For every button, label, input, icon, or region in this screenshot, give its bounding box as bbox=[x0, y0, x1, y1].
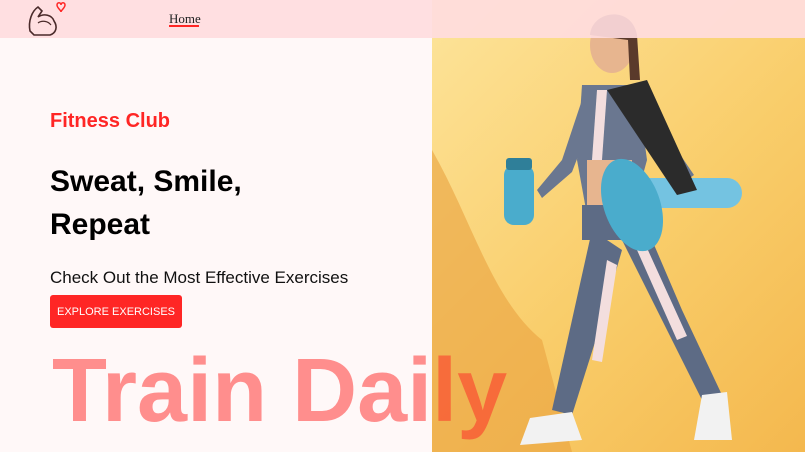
explore-exercises-button[interactable]: EXPLORE EXERCISES bbox=[50, 295, 182, 328]
headline-line-2: Repeat bbox=[50, 208, 151, 241]
hero-subtitle: Fitness Club bbox=[50, 110, 171, 132]
top-navbar: Home bbox=[0, 0, 805, 38]
nav-active-underline bbox=[169, 25, 199, 27]
headline-line-1: Sweat, Smile, bbox=[50, 165, 242, 198]
train-daily-watermark: Train Daily bbox=[52, 341, 508, 441]
hero-tagline: Check Out the Most Effective Exercises bbox=[50, 268, 349, 287]
hero-headline: Sweat, Smile, Repeat bbox=[50, 160, 310, 246]
logo-flexed-bicep-heart-icon[interactable] bbox=[26, 1, 66, 37]
